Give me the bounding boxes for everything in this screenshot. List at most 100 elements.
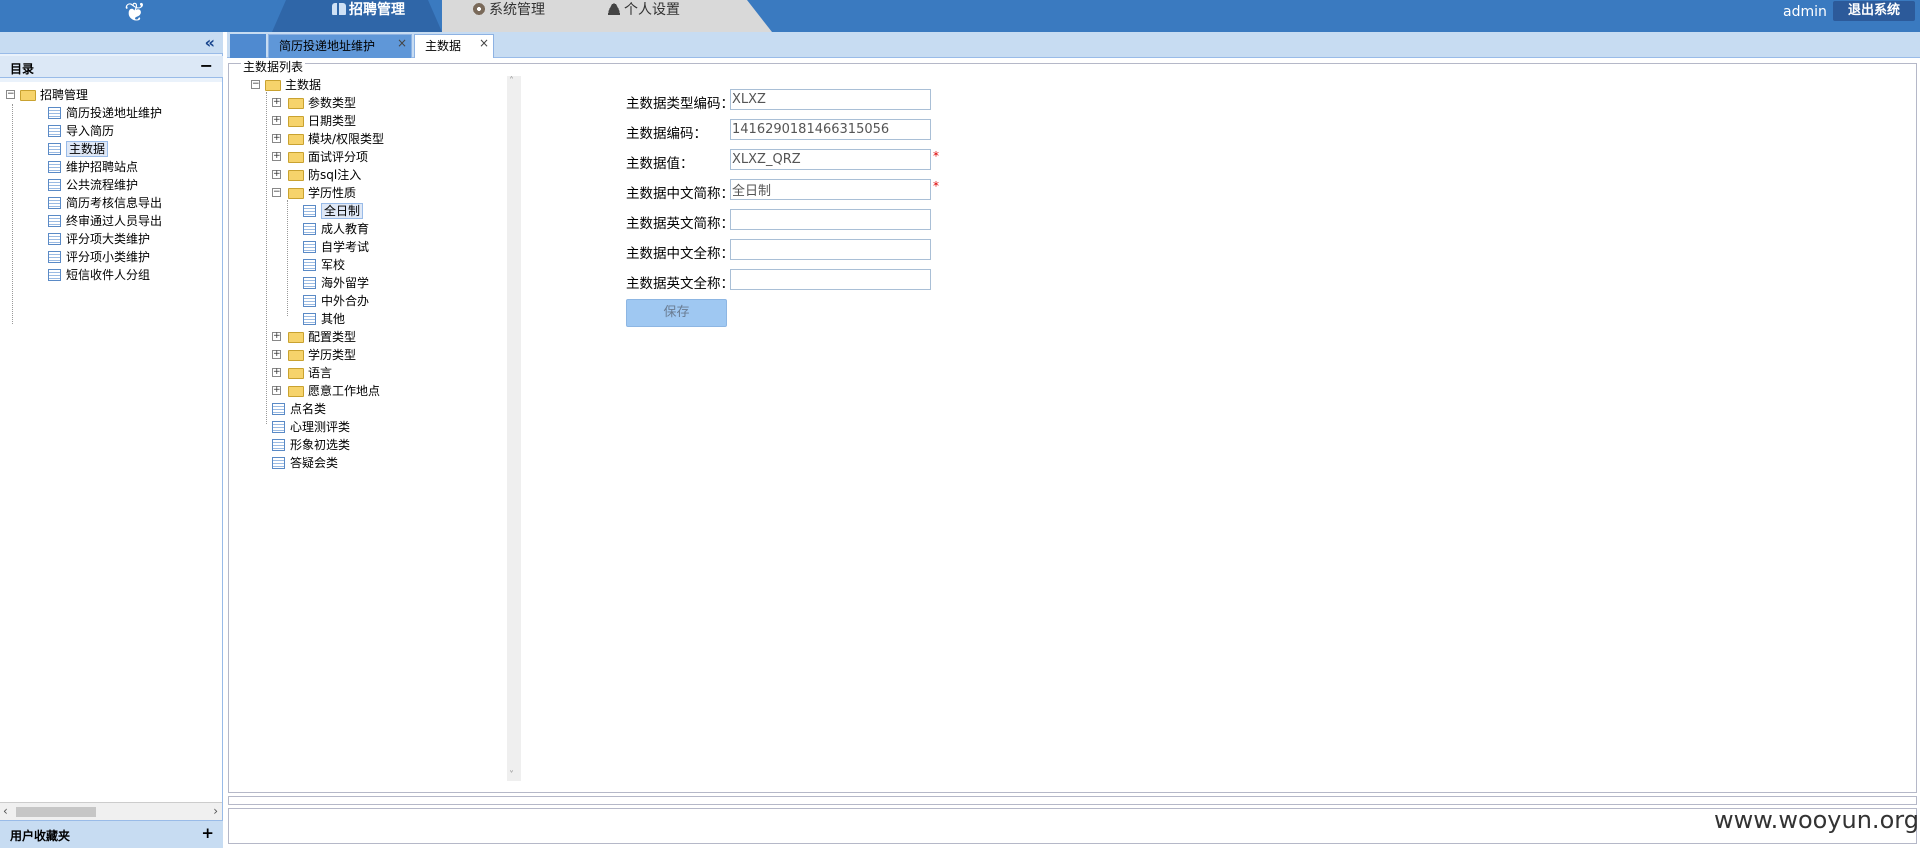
page-icon [272,421,285,433]
data-code-input[interactable] [730,119,931,140]
expand-box-icon: + [272,349,281,359]
sidebar-item[interactable]: 维护招聘站点 [48,158,138,176]
scroll-down-icon[interactable]: ˅ [509,770,514,781]
watermark-text: www.wooyun.org [1714,806,1919,834]
collapse-icon[interactable]: « [205,33,215,52]
save-button[interactable]: 保存 [626,299,727,327]
folder-icon [288,368,304,379]
sidebar-horizontal-scrollbar[interactable]: ‹ › [0,802,222,820]
page-icon [48,107,61,119]
logout-button[interactable]: 退出系统 [1833,1,1915,21]
tree-node-group[interactable]: + 模块/权限类型 [272,130,384,148]
tree-leaf[interactable]: 形象初选类 [272,436,350,454]
sidebar-item[interactable]: 导入简历 [48,122,114,140]
bottom-splitter [228,796,1917,805]
tab-home[interactable] [230,34,266,58]
scroll-right-icon[interactable]: › [213,804,218,818]
folder-icon [288,152,304,163]
favorites-label: 用户收藏夹 [10,829,71,843]
en-full-label: 主数据英文全称： [626,276,734,292]
tree-leaf[interactable]: 成人教育 [303,220,369,238]
close-icon[interactable]: × [397,32,407,54]
favorites-header[interactable]: 用户收藏夹 + [0,820,223,848]
current-user: admin [1783,4,1827,20]
en-full-input[interactable] [730,269,931,290]
expand-box-icon: + [272,133,281,143]
folder-icon [288,134,304,145]
tree-leaf[interactable]: 自学考试 [303,238,369,256]
sidebar-item[interactable]: 终审通过人员导出 [48,212,162,230]
tree-node-group[interactable]: + 面试评分项 [272,148,368,166]
folder-icon [288,170,304,181]
master-data-panel: 主数据列表 − 主数据 + 参数类型 + 日期类型 + 模块/权限类型 + 面试评分项 … [228,58,1917,793]
tree-node-group[interactable]: + 语言 [272,364,332,382]
directory-header[interactable]: 目录 − [0,56,223,78]
sidebar-item[interactable]: 公共流程维护 [48,176,138,194]
tree-node-group[interactable]: + 日期类型 [272,112,356,130]
gear-icon [472,3,486,15]
data-value-input[interactable] [730,149,931,170]
tree-leaf[interactable]: 海外留学 [303,274,369,292]
scrollbar-thumb[interactable] [16,807,96,817]
data-code-label: 主数据编码： [626,126,707,142]
en-short-input[interactable] [730,209,931,230]
sidebar-item[interactable]: 简历考核信息导出 [48,194,162,212]
expand-box-icon: + [272,169,281,179]
tree-vertical-scrollbar[interactable]: ˄ ˅ [507,76,521,781]
folder-icon [288,98,304,109]
sidebar-item[interactable]: 评分项小类维护 [48,248,150,266]
page-icon [303,259,316,271]
tree-leaf[interactable]: 中外合办 [303,292,369,310]
tree-leaf[interactable]: 其他 [303,310,345,328]
tree-node-group-expanded[interactable]: − 学历性质 [272,184,356,202]
page-icon [303,295,316,307]
directory-label: 目录 [10,62,35,76]
sidebar-item[interactable]: 短信收件人分组 [48,266,150,284]
page-icon [303,223,316,235]
tree-leaf[interactable]: 点名类 [272,400,326,418]
directory-toggle-icon[interactable]: − [200,56,213,75]
nav-tab-group: 系统管理 个人设置 [442,0,772,32]
tree-leaf[interactable]: 军校 [303,256,345,274]
top-header: ❦ 招聘管理 系统管理 个人设置 admin 退出系统 [0,0,1920,32]
users-icon [332,3,346,15]
tree-node-group[interactable]: + 愿意工作地点 [272,382,380,400]
page-icon [48,143,61,155]
scroll-up-icon[interactable]: ˄ [509,76,514,87]
navigation-tree: − 招聘管理 简历投递地址维护 导入简历 主数据 维护招聘站点 公共流程维护 简… [0,82,222,802]
scroll-left-icon[interactable]: ‹ [3,804,8,818]
tab-resume-address[interactable]: 简历投递地址维护 × [268,34,412,58]
sidebar-item[interactable]: 评分项大类维护 [48,230,150,248]
sidebar-item-selected[interactable]: 主数据 [48,140,109,158]
page-icon [48,179,61,191]
tree-leaf[interactable]: 心理测评类 [272,418,350,436]
tree-guide [287,200,288,316]
tab-master-data[interactable]: 主数据 × [414,34,494,58]
expand-box-icon: + [272,115,281,125]
favorites-expand-icon[interactable]: + [201,824,214,842]
expand-box-icon: + [272,367,281,377]
close-icon[interactable]: × [479,32,489,54]
tree-leaf-selected[interactable]: 全日制 [303,202,364,220]
expand-box-icon: + [272,151,281,161]
panel-legend: 主数据列表 [241,58,306,75]
nav-tab-personal[interactable]: 个人设置 [607,0,680,20]
tree-node-group[interactable]: + 防sql注入 [272,166,361,184]
type-code-input[interactable] [730,89,931,110]
tree-leaf[interactable]: 答疑会类 [272,454,338,472]
expand-box-icon: + [272,331,281,341]
sidebar-item[interactable]: 简历投递地址维护 [48,104,162,122]
nav-tab-system[interactable]: 系统管理 [472,0,545,20]
type-code-label: 主数据类型编码： [626,96,734,112]
tree-node-group[interactable]: + 参数类型 [272,94,356,112]
master-data-tree: − 主数据 + 参数类型 + 日期类型 + 模块/权限类型 + 面试评分项 + 防sql注… [239,76,514,781]
nav-tab-recruitment[interactable]: 招聘管理 [272,0,442,32]
cn-short-input[interactable] [730,179,931,200]
tree-node-root[interactable]: − 主数据 [251,76,321,94]
tree-node-group[interactable]: + 配置类型 [272,328,356,346]
expand-box-icon: + [272,97,281,107]
tree-node-group[interactable]: + 学历类型 [272,346,356,364]
tree-node-root[interactable]: − 招聘管理 [6,86,88,104]
page-icon [272,439,285,451]
cn-full-input[interactable] [730,239,931,260]
